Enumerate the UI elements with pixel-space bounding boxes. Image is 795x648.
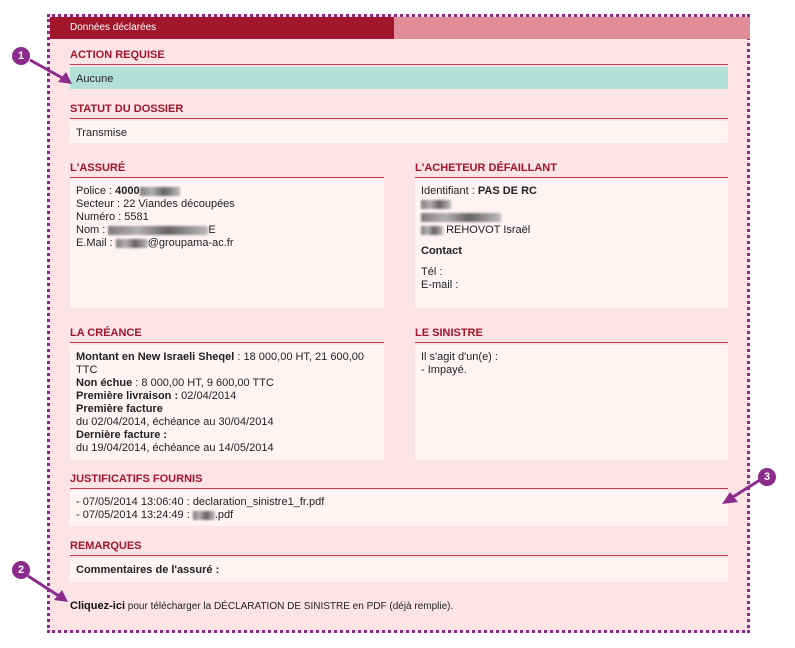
action-value: Aucune [76, 73, 114, 85]
assure-nom: Nom : E [76, 224, 216, 236]
creance-non-echue: Non échue : 8 000,00 HT, 9 600,00 TTC [76, 377, 274, 389]
sinistre-box: Il s'agit d'un(e) : - Impayé. [415, 345, 728, 460]
download-pdf-link[interactable]: Cliquez-ici [70, 600, 125, 612]
redacted-zip [421, 225, 443, 235]
remarques-box: Commentaires de l'assuré : [70, 558, 728, 582]
acheteur-email: E-mail : [421, 279, 459, 291]
redacted-police [139, 186, 180, 196]
justificatifs-box: - 07/05/2014 13:06:40 : declaration_sini… [70, 490, 728, 526]
acheteur-city: REHOVOT Israël [421, 224, 722, 237]
statut-box: Transmise [70, 121, 728, 143]
redacted-filename [192, 510, 215, 520]
sinistre-line1: Il s'agit d'un(e) : [421, 351, 498, 363]
action-status-box: Aucune [70, 67, 728, 89]
assure-box: Police : 4000 Secteur : 22 Viandes décou… [70, 179, 384, 308]
justificatif-file-2[interactable]: - 07/05/2014 13:24:49 : .pdf [76, 509, 722, 522]
section-title-sinistre: LE SINISTRE [415, 327, 728, 343]
tab-label: Données déclarées [70, 22, 157, 33]
redacted-email [115, 238, 148, 248]
callout-arrow-3 [722, 478, 761, 504]
redacted-acheteur-address [421, 212, 501, 222]
creance-premiere-livraison: Première livraison : 02/04/2014 [76, 390, 237, 402]
creance-premiere-facture: du 02/04/2014, échéance au 30/04/2014 [76, 416, 274, 428]
assure-numero: Numéro : 5581 [76, 211, 149, 223]
section-title-acheteur: L'ACHETEUR DÉFAILLANT [415, 162, 728, 178]
acheteur-address [421, 211, 722, 224]
assure-police: Police : 4000 [76, 185, 378, 198]
acheteur-box: Identifiant : PAS DE RC REHOVOT Israël C… [415, 179, 728, 308]
redacted-nom [108, 225, 209, 235]
creance-montant-ttc: TTC [76, 364, 98, 376]
justificatif-file-1[interactable]: - 07/05/2014 13:06:40 : declaration_sini… [76, 496, 722, 509]
section-title-remarques: REMARQUES [70, 540, 728, 556]
section-title-action: ACTION REQUISE [70, 49, 728, 65]
tab-bar-background [380, 17, 750, 39]
download-pdf-text: pour télécharger la DÉCLARATION DE SINIS… [125, 601, 454, 612]
callout-arrow-2 [27, 574, 68, 602]
acheteur-contact-heading: Contact [421, 245, 462, 257]
creance-derniere-facture-label: Dernière facture : [76, 429, 168, 441]
section-title-statut: STATUT DU DOSSIER [70, 103, 728, 119]
section-title-creance: LA CRÉANCE [70, 327, 384, 343]
remarques-commentaires: Commentaires de l'assuré : [76, 564, 220, 576]
assure-secteur: Secteur : 22 Viandes découpées [76, 198, 235, 210]
assure-email: E.Mail : @groupama-ac.fr [76, 237, 234, 249]
creance-premiere-facture-label: Première facture [76, 403, 163, 415]
creance-montant: Montant en New Israeli Sheqel : 18 000,0… [76, 351, 364, 363]
section-title-assure: L'ASSURÉ [70, 162, 384, 178]
acheteur-identifiant: Identifiant : PAS DE RC [421, 185, 537, 197]
acheteur-name [421, 198, 722, 211]
download-footer: Cliquez-ici pour télécharger la DÉCLARAT… [70, 600, 453, 612]
acheteur-tel: Tél : [421, 266, 443, 278]
creance-derniere-facture: du 19/04/2014, échéance au 14/05/2014 [76, 442, 274, 454]
sinistre-line2: - Impayé. [421, 364, 467, 376]
section-title-justificatifs: JUSTIFICATIFS FOURNIS [70, 473, 728, 489]
redacted-acheteur-name [421, 199, 451, 209]
tab-donnees-declarees[interactable]: Données déclarées [50, 17, 750, 39]
callout-arrow-1 [29, 58, 72, 84]
statut-value: Transmise [76, 127, 127, 139]
creance-box: Montant en New Israeli Sheqel : 18 000,0… [70, 345, 384, 460]
